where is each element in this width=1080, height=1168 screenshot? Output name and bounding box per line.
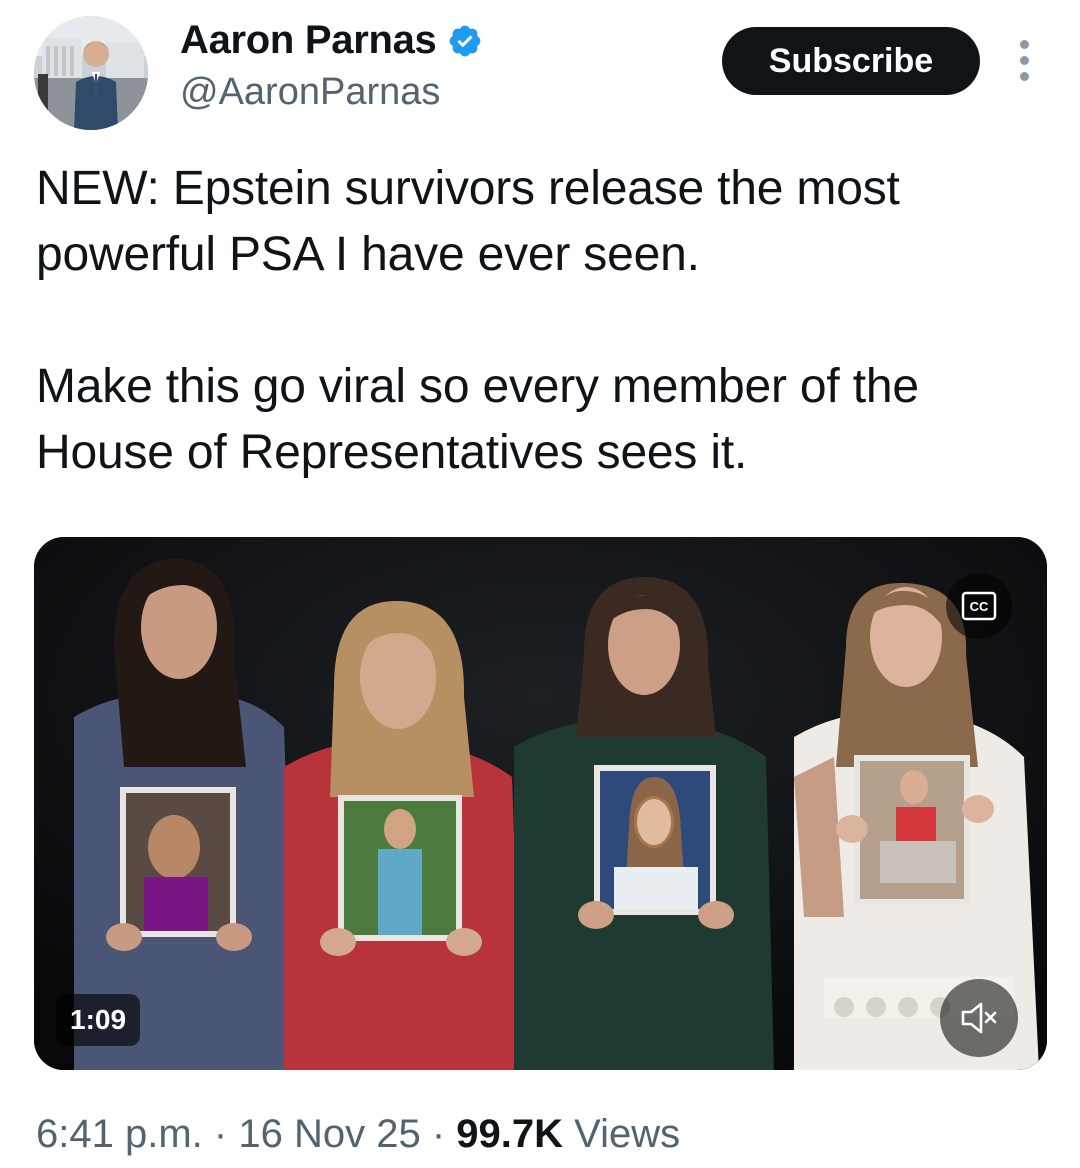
author-handle[interactable]: @AaronParnas [180,71,440,114]
video-thumbnail[interactable] [34,537,1047,1070]
video-duration: 1:09 [56,994,141,1046]
closed-captions-icon: CC [961,591,997,621]
closed-captions-label: CC [970,599,989,614]
views-label: Views [574,1112,681,1156]
verified-badge-icon [449,25,480,56]
video-player[interactable]: CC 1:09 [34,537,1047,1070]
author-name[interactable]: Aaron Parnas [180,18,437,63]
meta-separator: · [431,1112,446,1156]
tweet-header: Aaron Parnas @AaronParnas Subscribe [0,0,1080,140]
tweet-text: NEW: Epstein survivors release the most … [36,156,1046,486]
meta-separator: · [213,1112,228,1156]
tweet-date[interactable]: 16 Nov 25 [238,1112,420,1156]
tweet-paragraph: NEW: Epstein survivors release the most … [36,162,900,281]
more-vertical-icon[interactable] [1012,40,1036,84]
mute-button[interactable] [940,979,1018,1057]
tweet-meta: 6:41 p.m. · 16 Nov 25 · 99.7K Views [36,1112,680,1157]
subscribe-button[interactable]: Subscribe [722,27,980,95]
volume-muted-icon [961,1002,997,1034]
views-count[interactable]: 99.7K [456,1112,563,1156]
tweet-paragraph: Make this go viral so every member of th… [36,360,919,479]
tweet-time[interactable]: 6:41 p.m. [36,1112,203,1156]
author-name-row[interactable]: Aaron Parnas [180,18,483,63]
avatar[interactable] [34,16,148,130]
closed-captions-button[interactable]: CC [946,573,1012,639]
